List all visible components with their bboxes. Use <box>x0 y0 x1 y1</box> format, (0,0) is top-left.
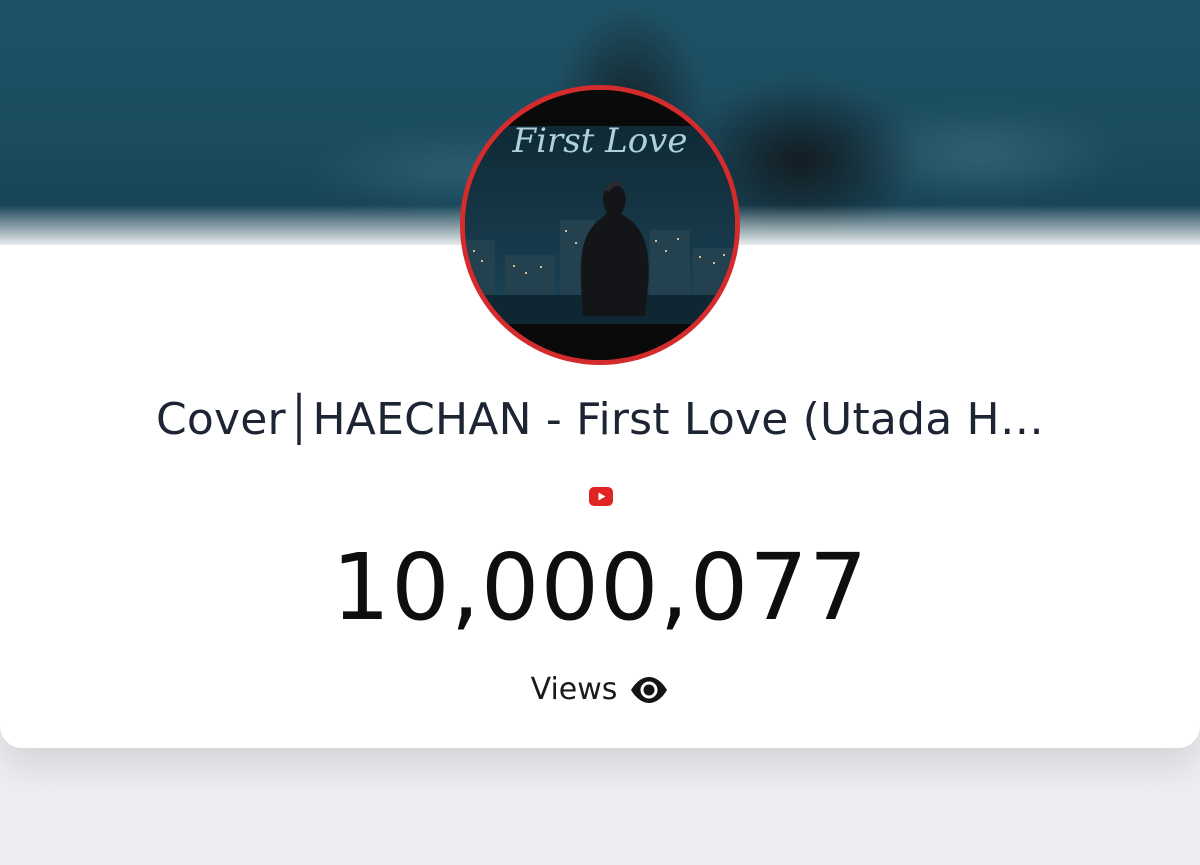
video-stats-card: First Love Cover│HAECHAN - First Love (U… <box>0 0 1200 748</box>
page: First Love Cover│HAECHAN - First Love (U… <box>0 0 1200 865</box>
video-title[interactable]: Cover│HAECHAN - First Love (Utada H… <box>30 394 1170 445</box>
eye-icon <box>631 676 668 703</box>
views-row: Views <box>0 672 1200 707</box>
video-thumbnail[interactable]: First Love <box>460 85 740 365</box>
thumbnail-image: First Love <box>465 90 735 360</box>
thumbnail-title-text: First Love <box>511 121 687 161</box>
views-label: Views <box>530 672 618 707</box>
youtube-icon <box>589 487 613 506</box>
view-count: 10,000,077 <box>331 534 869 641</box>
